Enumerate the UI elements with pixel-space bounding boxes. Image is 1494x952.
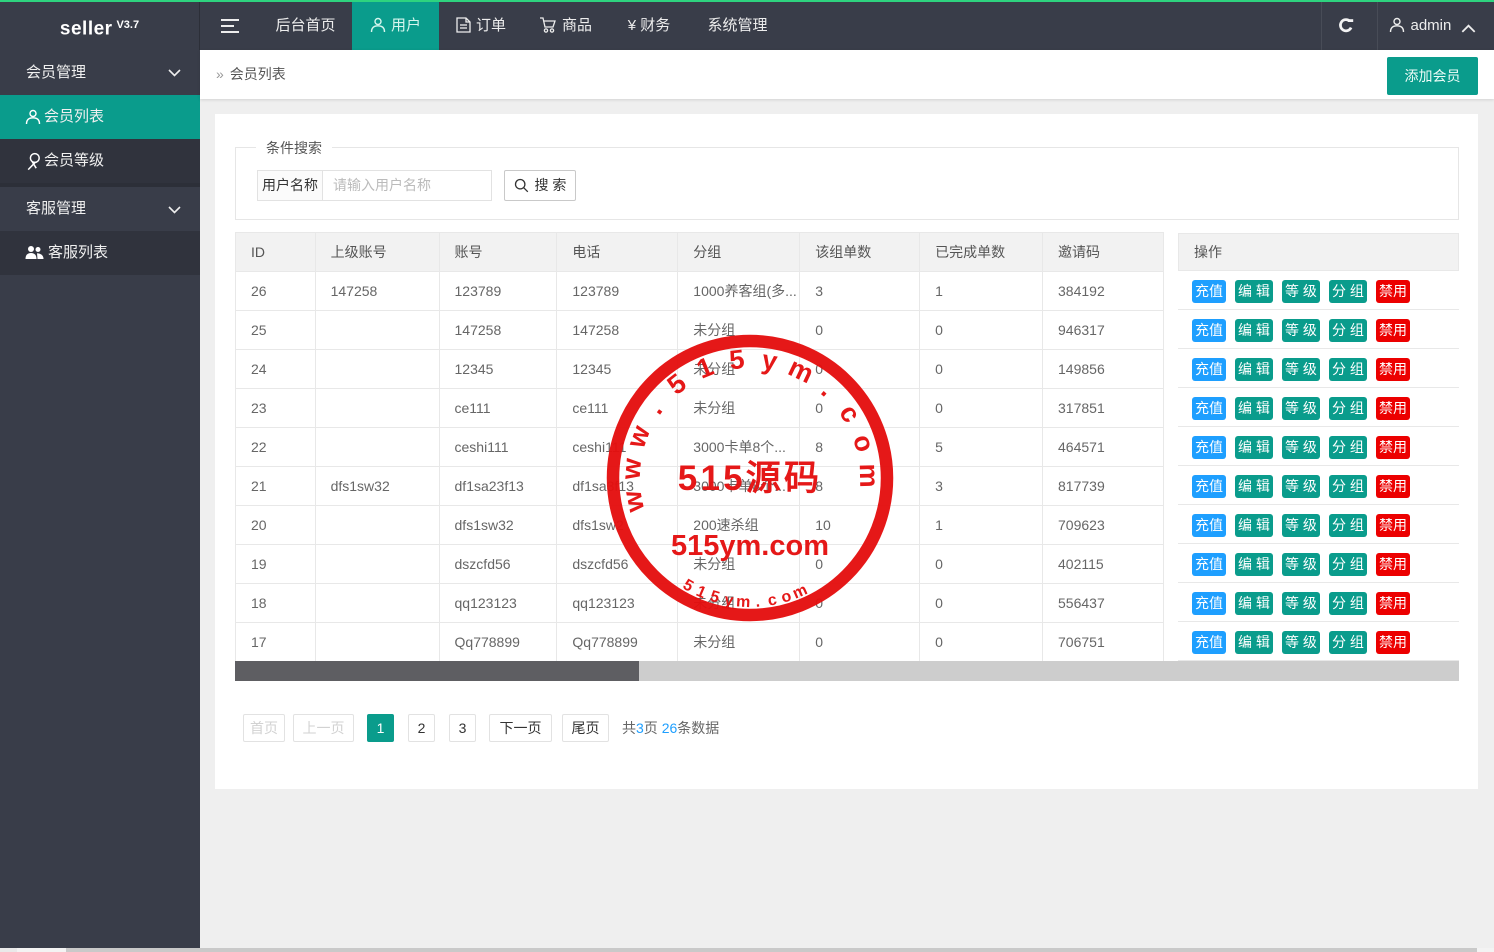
svg-text:m: m (736, 593, 751, 611)
svg-text:m: m (854, 463, 884, 488)
svg-text:5: 5 (662, 368, 692, 401)
svg-text:w: w (620, 421, 656, 453)
svg-text:.: . (816, 375, 841, 403)
svg-text:w: w (616, 487, 650, 515)
svg-text:.: . (755, 594, 761, 611)
svg-text:y: y (760, 345, 780, 377)
svg-text:5: 5 (708, 588, 721, 607)
svg-text:515源码: 515源码 (678, 459, 822, 498)
svg-text:1: 1 (692, 351, 717, 384)
svg-text:w: w (615, 456, 647, 481)
svg-text:y: y (723, 592, 735, 610)
svg-text:o: o (847, 431, 881, 456)
svg-text:5: 5 (728, 344, 746, 375)
svg-text:c: c (766, 591, 778, 609)
svg-text:1: 1 (694, 583, 709, 602)
svg-text:.: . (640, 396, 669, 420)
svg-text:515ym.com: 515ym.com (671, 530, 829, 562)
svg-text:c: c (833, 399, 866, 428)
